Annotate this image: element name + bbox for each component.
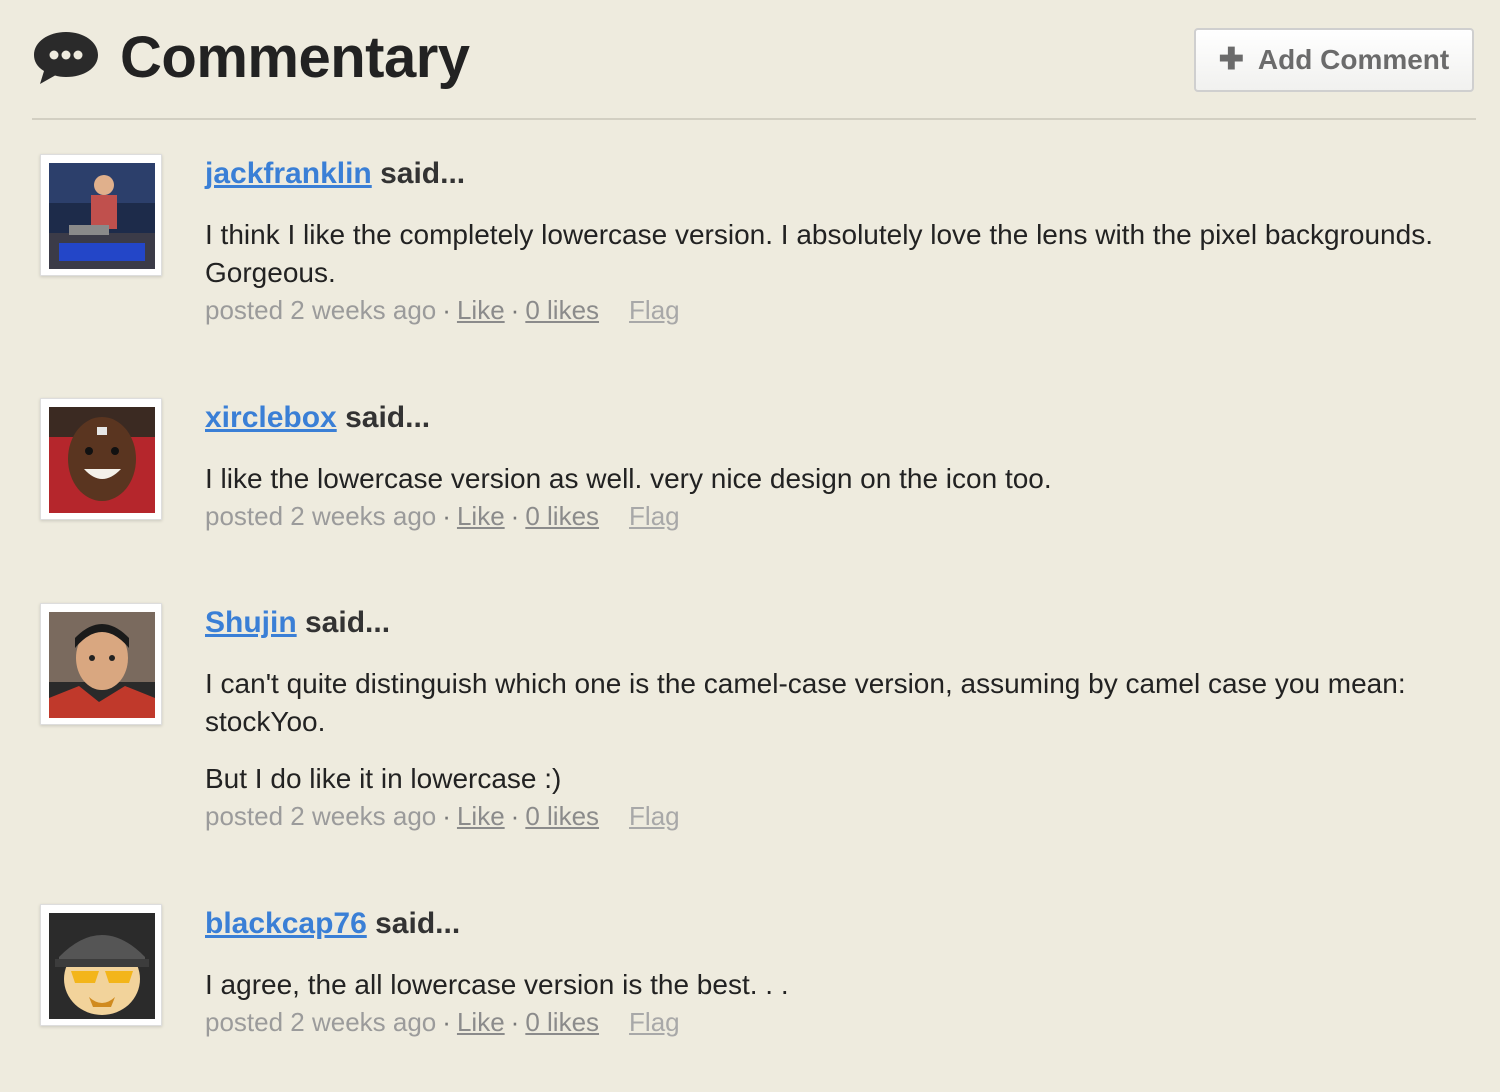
avatar[interactable] [40,398,162,520]
comment-meta: posted 2 weeks ago · Like · 0 likes Flag [205,295,680,325]
username-link[interactable]: blackcap76 [205,907,367,940]
said-label: said... [305,606,391,639]
posted-time: posted 2 weeks ago [205,1007,437,1037]
comment-meta: posted 2 weeks ago · Like · 0 likes Flag [205,1007,680,1037]
username-link[interactable]: xirclebox [205,401,337,434]
comment-author-line: Shujin said... [205,603,1445,643]
said-label: said... [345,401,431,434]
speech-bubble-icon [34,32,98,84]
avatar-image-jackfranklin [49,163,155,269]
said-label: said... [380,157,466,190]
like-link[interactable]: Like [457,501,505,531]
commentary-header: Commentary ✚ Add Comment [32,22,1476,120]
header-divider [32,118,1476,120]
likes-count-link[interactable]: 0 likes [525,801,599,831]
page-title: Commentary [120,25,470,90]
comment-text: I can't quite distinguish which one is t… [205,668,1406,737]
posted-time: posted 2 weeks ago [205,801,437,831]
avatar-image-xirclebox [49,407,155,513]
likes-count-link[interactable]: 0 likes [525,501,599,531]
plus-icon: ✚ [1218,43,1244,76]
add-comment-button[interactable]: ✚ Add Comment [1194,28,1474,92]
posted-time: posted 2 weeks ago [205,501,437,531]
posted-time: posted 2 weeks ago [205,295,437,325]
likes-count-link[interactable]: 0 likes [525,1007,599,1037]
flag-link[interactable]: Flag [629,1007,680,1037]
avatar[interactable] [40,603,162,725]
avatar-image-blackcap76 [49,913,155,1019]
comment-text: I think I like the completely lowercase … [205,219,1433,288]
flag-link[interactable]: Flag [629,801,680,831]
like-link[interactable]: Like [457,801,505,831]
username-link[interactable]: jackfranklin [205,157,372,190]
comment-author-line: jackfranklin said... [205,154,1445,194]
said-label: said... [375,907,461,940]
avatar[interactable] [40,904,162,1026]
comment-text: But I do like it in lowercase :) [205,763,562,794]
username-link[interactable]: Shujin [205,606,297,639]
flag-link[interactable]: Flag [629,501,680,531]
comment-text: I agree, the all lowercase version is th… [205,969,789,1000]
comment-meta: posted 2 weeks ago · Like · 0 likes Flag [205,801,680,831]
avatar-image-shujin [49,612,155,718]
comment-author-line: blackcap76 said... [205,904,1445,944]
likes-count-link[interactable]: 0 likes [525,295,599,325]
comment-meta: posted 2 weeks ago · Like · 0 likes Flag [205,501,680,531]
like-link[interactable]: Like [457,1007,505,1037]
comment-author-line: xirclebox said... [205,398,1445,438]
comment-text: I like the lowercase version as well. ve… [205,463,1052,494]
add-comment-label: Add Comment [1257,44,1450,75]
avatar[interactable] [40,154,162,276]
like-link[interactable]: Like [457,295,505,325]
flag-link[interactable]: Flag [629,295,680,325]
